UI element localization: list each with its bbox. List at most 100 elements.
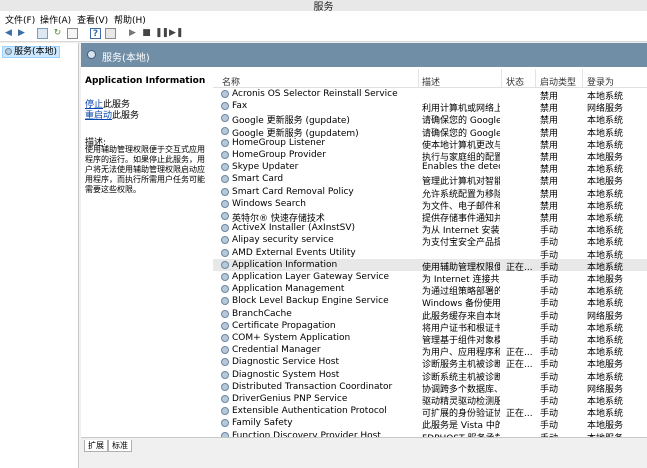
- restart-icon[interactable]: ▶❚: [169, 28, 183, 39]
- service-row[interactable]: Extensible Authentication Protocol 可扩展的身份…: [213, 405, 647, 419]
- gear-icon: [221, 407, 229, 416]
- column-header: 名称 描述 状态 启动类型 登录为: [213, 67, 647, 88]
- service-row[interactable]: DriverGenius PNP Service驱动精灵驱动检测服...手动本地…: [213, 393, 647, 407]
- gear-icon: [221, 248, 229, 257]
- column-description[interactable]: 描述: [422, 75, 440, 88]
- refresh-icon[interactable]: ↻: [52, 28, 63, 39]
- properties-icon[interactable]: [105, 28, 116, 39]
- service-name: Application Management: [232, 284, 345, 295]
- service-name: DriverGenius PNP Service: [232, 394, 348, 404]
- console-tree: 服务(本地): [0, 43, 79, 468]
- service-name: Diagnostic System Host: [232, 369, 340, 380]
- console-tree-icon[interactable]: [37, 28, 48, 39]
- tab-extended[interactable]: 扩展: [84, 440, 108, 452]
- export-list-icon[interactable]: [67, 28, 78, 39]
- service-name: Windows Search: [232, 198, 306, 209]
- view-tabs: 扩展 标准: [81, 437, 647, 468]
- service-row[interactable]: HomeGroup Provider执行与家庭组的配置...禁用本地服务: [213, 149, 647, 163]
- stop-icon[interactable]: ■: [141, 28, 152, 39]
- service-row[interactable]: BranchCache此服务缓存来自本地...手动网络服务: [213, 308, 647, 322]
- pause-icon[interactable]: ❚❚: [155, 28, 169, 39]
- gear-icon: [221, 224, 229, 233]
- column-log-on-as[interactable]: 登录为: [587, 75, 614, 88]
- gear-icon: [221, 334, 229, 342]
- menu-action[interactable]: 操作(A): [40, 13, 71, 26]
- service-name: Extensible Authentication Protocol: [232, 406, 387, 417]
- gear-icon: [221, 236, 229, 245]
- column-startup-type[interactable]: 启动类型: [540, 75, 576, 88]
- column-divider[interactable]: [535, 69, 536, 87]
- service-row[interactable]: HomeGroup Listener使本地计算机更改与...禁用本地系统: [213, 137, 647, 151]
- column-name[interactable]: 名称: [222, 75, 240, 88]
- gear-icon: [221, 395, 229, 403]
- service-name: Credential Manager: [232, 345, 321, 356]
- service-name: AMD External Events Utility: [232, 247, 356, 258]
- tree-node-services-local[interactable]: 服务(本地): [2, 46, 61, 58]
- services-icon: [87, 50, 96, 59]
- help-icon[interactable]: ?: [90, 28, 101, 39]
- gear-icon: [221, 212, 229, 220]
- column-status[interactable]: 状态: [506, 75, 524, 88]
- service-row[interactable]: Diagnostic System Host诊断系统主机被诊断...手动本地系统: [213, 369, 647, 383]
- service-row[interactable]: Smart Card Removal Policy允许系统配置为移除...禁用本…: [213, 186, 647, 200]
- service-row[interactable]: Acronis OS Selector Reinstall Service 禁用本…: [213, 88, 647, 102]
- service-row[interactable]: Skype UpdaterEnables the detect...禁用本地系统: [213, 161, 647, 175]
- service-row[interactable]: Smart Card管理此计算机对智能...禁用本地服务: [213, 173, 647, 187]
- column-divider[interactable]: [418, 69, 419, 87]
- title-bar: 服务: [0, 0, 647, 13]
- restart-service-link[interactable]: 重启动: [85, 111, 112, 121]
- service-row[interactable]: Credential Manager为用户、应用程序和...正在...手动本地系…: [213, 344, 647, 358]
- service-name: Alipay security service: [232, 235, 334, 246]
- service-name: COM+ System Application: [232, 333, 351, 343]
- service-row[interactable]: Function Discovery Provider HostFDPHOST …: [213, 430, 647, 437]
- service-name: Acronis OS Selector Reinstall Service: [232, 89, 398, 99]
- column-divider[interactable]: [501, 69, 502, 87]
- gear-icon: [221, 102, 229, 111]
- service-name: Certificate Propagation: [232, 320, 336, 331]
- service-row[interactable]: Google 更新服务 (gupdatem)请确保您的 Google...禁用本…: [213, 125, 647, 139]
- services-list: 名称 描述 状态 启动类型 登录为 Acronis OS Selector Re…: [213, 67, 647, 437]
- service-row[interactable]: ActiveX Installer (AxInstSV) 为从 Internet …: [213, 222, 647, 236]
- menu-bar: 文件(F) 操作(A) 查看(V) 帮助(H): [0, 11, 647, 26]
- start-icon[interactable]: ▶: [127, 28, 138, 39]
- service-row[interactable]: Application Information使用辅助管理权限便...正在...…: [213, 258, 647, 273]
- service-name: Distributed Transaction Coordinator: [232, 381, 393, 392]
- service-row[interactable]: Distributed Transaction Coordinator 协调跨多个…: [213, 381, 647, 395]
- service-row[interactable]: Certificate Propagation将用户证书和根证书...手动本地系…: [213, 320, 647, 334]
- service-row[interactable]: Block Level Backup Engine Service Windows…: [213, 295, 647, 309]
- back-icon[interactable]: ◀: [3, 28, 14, 39]
- pane-header: 服务(本地): [81, 43, 647, 67]
- pane-title: 服务(本地): [102, 53, 150, 64]
- menu-view[interactable]: 查看(V): [77, 13, 108, 26]
- gear-icon: [221, 358, 229, 367]
- service-name: Skype Updater: [232, 162, 299, 173]
- gear-icon: [221, 273, 229, 281]
- tab-standard[interactable]: 标准: [108, 440, 132, 452]
- gear-icon: [221, 260, 229, 269]
- detail-pane: Application Information 停止此服务 重启动此服务 描述:…: [81, 67, 213, 437]
- service-row[interactable]: Alipay security service为支付宝安全产品提...手动本地系…: [213, 234, 647, 248]
- service-row[interactable]: COM+ System Application管理基于组件对象模...手动本地系…: [213, 332, 647, 346]
- gear-icon: [221, 126, 229, 135]
- service-name: Smart Card Removal Policy: [232, 186, 354, 197]
- service-row[interactable]: Application Management为通过组策略部署的...手动本地系统: [213, 283, 647, 297]
- service-row[interactable]: Application Layer Gateway Service 为 Inter…: [213, 271, 647, 285]
- column-divider[interactable]: [582, 69, 583, 87]
- service-name: HomeGroup Provider: [232, 150, 326, 160]
- service-row[interactable]: Family Safety此服务是 Vista 中的...手动本地服务: [213, 417, 647, 431]
- service-row[interactable]: Diagnostic Service Host诊断服务主机被诊断...正在...…: [213, 356, 647, 370]
- menu-file[interactable]: 文件(F): [5, 13, 35, 26]
- gear-icon: [221, 138, 229, 147]
- menu-help[interactable]: 帮助(H): [114, 13, 146, 26]
- service-row[interactable]: Windows Search为文件、电子邮件和...禁用本地系统: [213, 198, 647, 212]
- services-icon: [5, 48, 12, 55]
- service-name: ActiveX Installer (AxInstSV): [232, 223, 356, 234]
- service-row[interactable]: 英特尔® 快速存储技术提供存储事件通知并...禁用本地系统: [213, 210, 647, 224]
- forward-icon[interactable]: ▶: [16, 28, 27, 39]
- service-name: Fax: [232, 101, 248, 112]
- service-row[interactable]: Google 更新服务 (gupdate)请确保您的 Google...禁用本地…: [213, 112, 647, 126]
- gear-icon: [221, 90, 229, 98]
- gear-icon: [221, 382, 229, 391]
- service-row[interactable]: Fax利用计算机或网络上...禁用网络服务: [213, 100, 647, 114]
- service-row[interactable]: AMD External Events Utility 手动 本地系统: [213, 247, 647, 261]
